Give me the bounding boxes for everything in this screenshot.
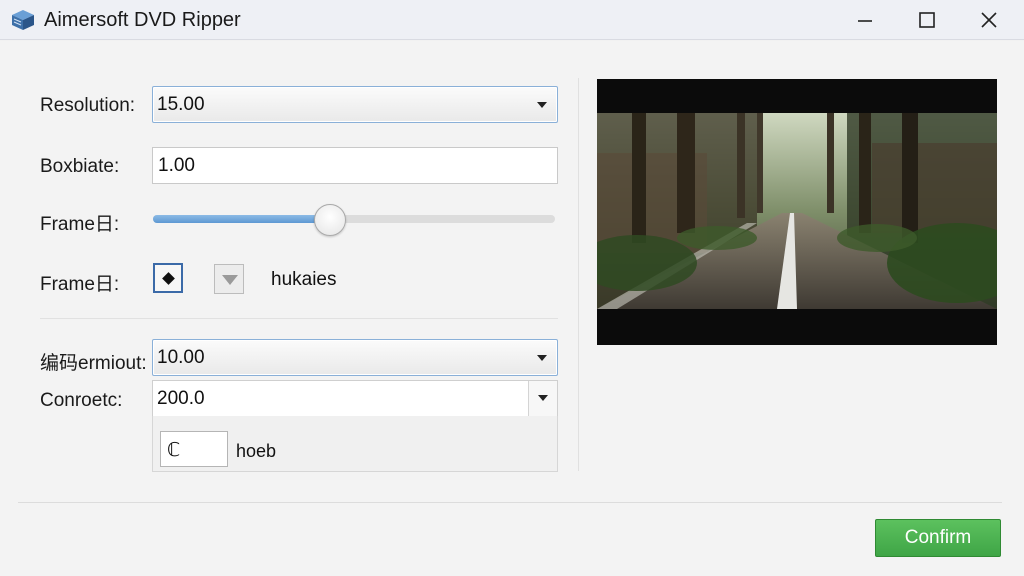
frame-slider-fill [153, 215, 330, 223]
maximize-button[interactable] [896, 0, 958, 40]
title-bar: Aimersoft DVD Ripper [0, 0, 1024, 40]
resolution-dropdown[interactable]: 15.00 [152, 86, 558, 123]
close-icon [981, 12, 997, 28]
connection-label: Conroetc: [40, 390, 123, 411]
bitrate-input[interactable]: 1.00 [152, 147, 558, 184]
resolution-label: Resolution: [40, 95, 136, 116]
chevron-down-icon [537, 102, 547, 108]
frame-toggle-label: Frame日: [40, 274, 120, 295]
frame-slider-label: Frame日: [40, 214, 120, 235]
preview-frame-image [597, 113, 997, 309]
app-icon [12, 10, 34, 30]
frame-slider-track[interactable] [153, 215, 555, 223]
sub-option-input[interactable]: ℂ [160, 431, 228, 467]
resolution-value: 15.00 [157, 94, 205, 115]
window-title: Aimersoft DVD Ripper [44, 9, 241, 31]
vertical-divider [578, 78, 579, 471]
frame-slider-thumb[interactable] [313, 204, 346, 236]
diamond-icon [162, 272, 175, 285]
bitrate-label: Boxbiate: [40, 156, 120, 177]
connection-value: 200.0 [157, 388, 205, 409]
frame-toggle-dropdown[interactable] [214, 264, 244, 294]
chevron-down-icon [537, 355, 547, 361]
bitrate-value: 1.00 [158, 155, 195, 176]
sub-option-text: hoeb [236, 441, 277, 461]
encoder-dropdown[interactable]: 10.00 [152, 339, 558, 376]
encoder-label: 编码ermiout: [40, 353, 147, 374]
frame-toggle-checkbox[interactable] [153, 263, 183, 293]
maximize-icon [919, 12, 935, 28]
close-button[interactable] [958, 0, 1020, 40]
minimize-button[interactable] [834, 0, 896, 40]
frame-toggle-option-text: hukaies [271, 269, 337, 290]
encoder-value: 10.00 [157, 347, 205, 368]
section-divider [40, 318, 558, 319]
connection-combobox[interactable]: 200.0 [152, 380, 558, 417]
minimize-icon [858, 20, 872, 22]
triangle-down-icon [222, 275, 238, 285]
sub-option-value: ℂ [167, 440, 181, 461]
connection-dropdown-button[interactable] [528, 381, 557, 416]
confirm-button[interactable]: Confirm [875, 519, 1001, 557]
video-preview [597, 79, 997, 345]
chevron-down-icon [538, 395, 548, 401]
footer-divider [18, 502, 1002, 503]
